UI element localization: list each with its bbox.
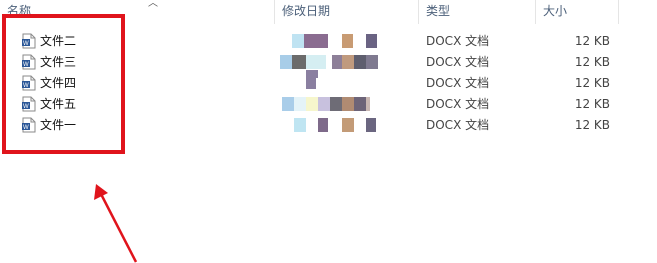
- red-arrow-annotation: [94, 184, 138, 263]
